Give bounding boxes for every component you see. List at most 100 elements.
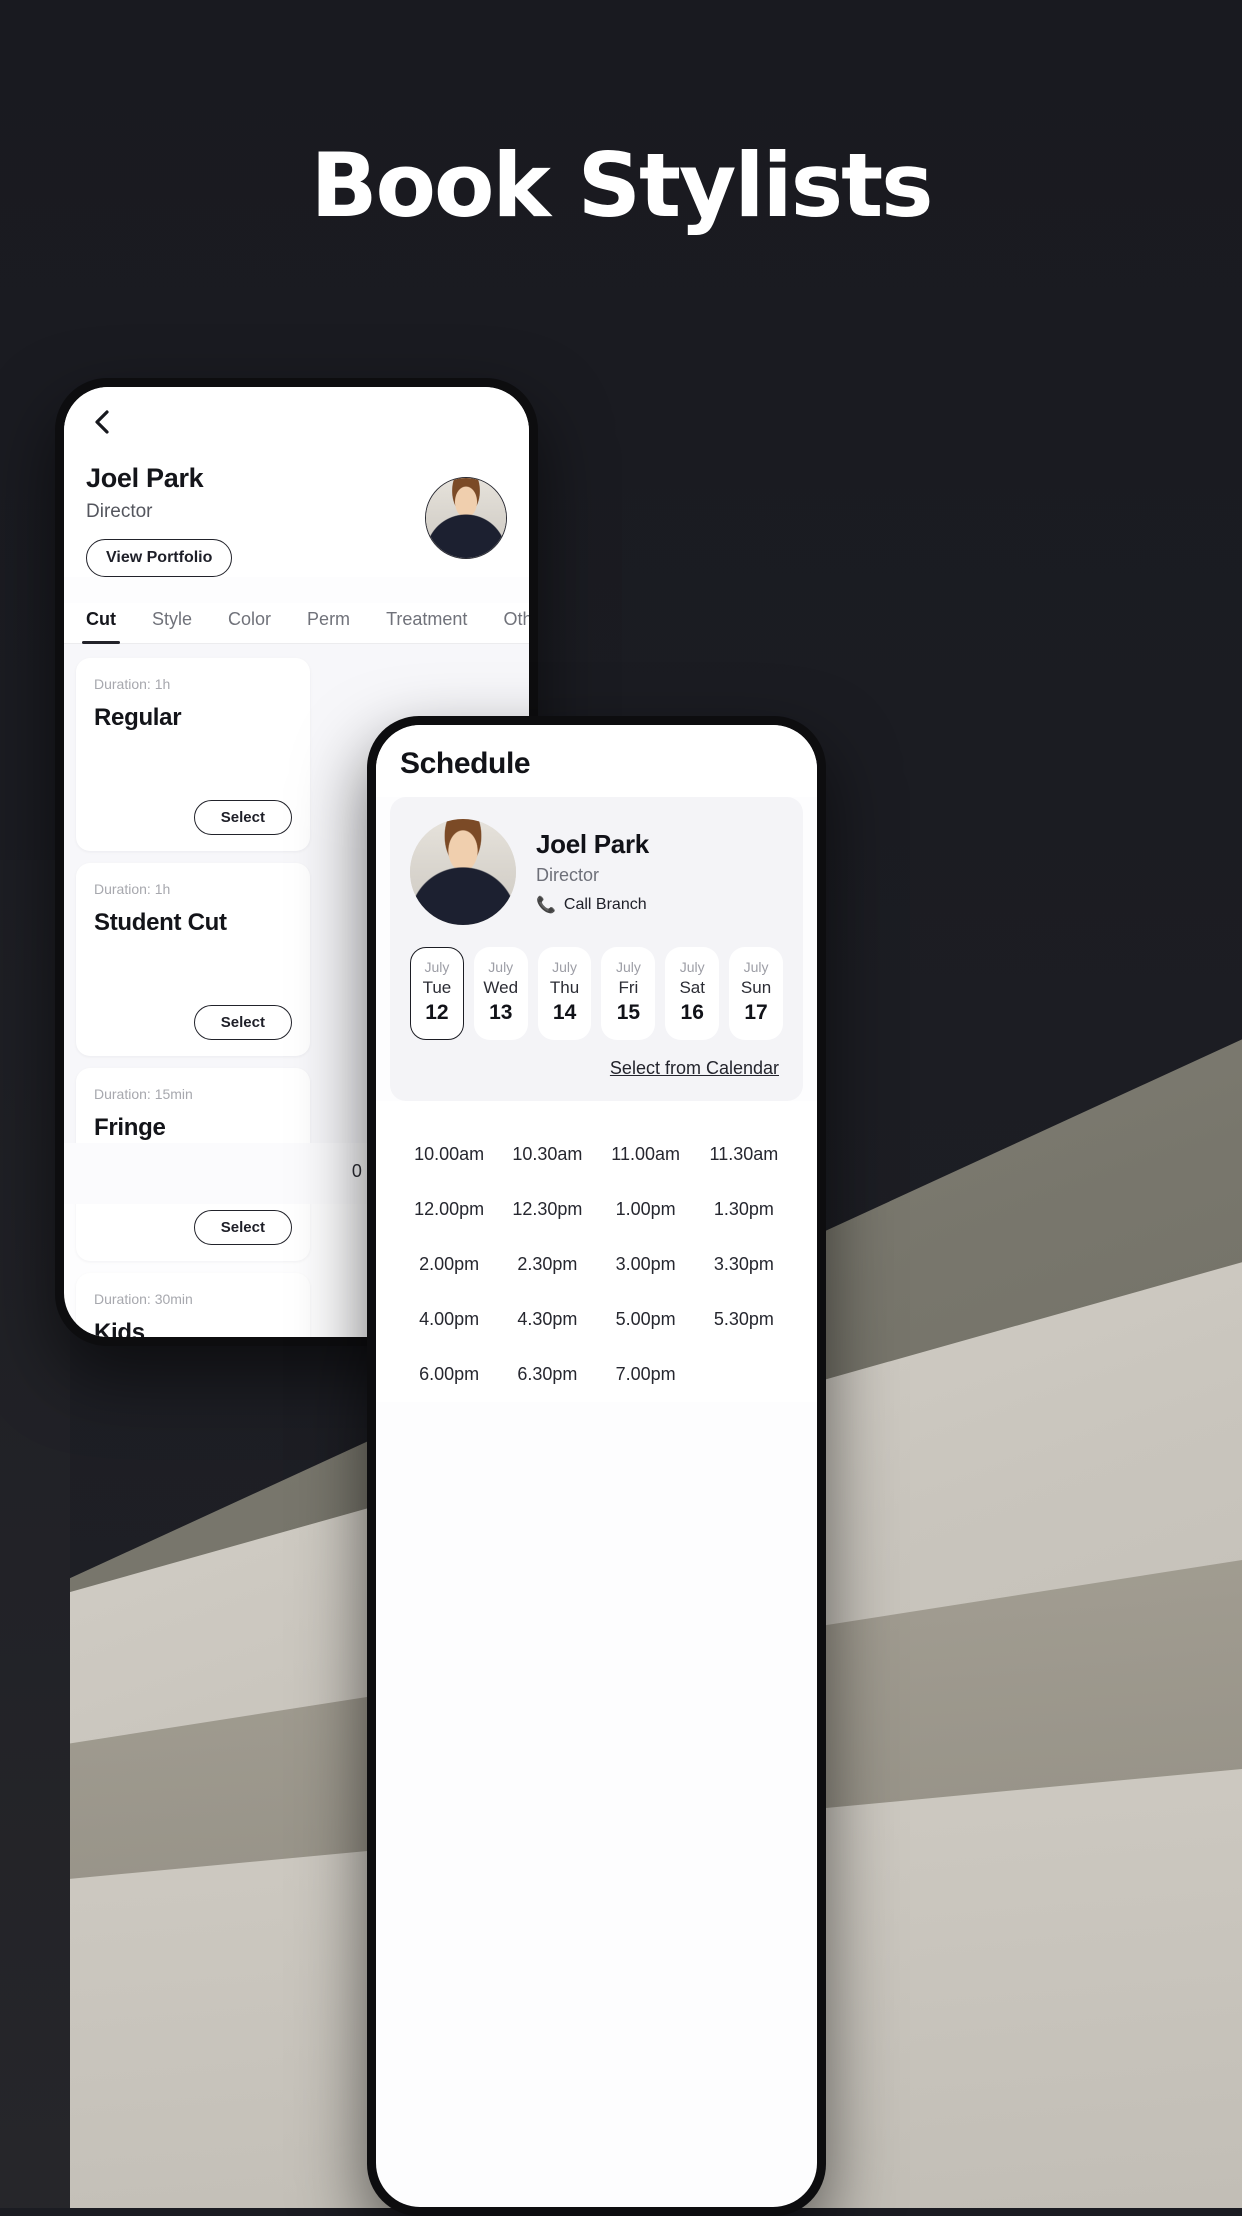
service-name: Student Cut (94, 909, 227, 936)
date-number: 17 (744, 1001, 768, 1025)
time-slot[interactable]: 5.30pm (695, 1292, 793, 1347)
chevron-left-icon[interactable] (86, 405, 120, 439)
time-slot[interactable]: 10.30am (498, 1127, 596, 1182)
date-number: 15 (616, 1001, 641, 1025)
date-chip[interactable]: July Tue 12 (410, 947, 464, 1040)
time-slot[interactable]: 1.30pm (695, 1182, 793, 1237)
phone-icon: 📞 (536, 897, 556, 914)
time-slot[interactable]: 5.00pm (597, 1292, 695, 1347)
date-weekday: Thu (549, 977, 580, 997)
call-branch-label: Call Branch (563, 896, 647, 913)
tab-perm[interactable]: Perm (307, 603, 350, 643)
calendar-link-row: Select from Calendar (410, 1040, 783, 1081)
time-slot[interactable]: 3.00pm (597, 1237, 695, 1292)
tab-cut[interactable]: Cut (82, 603, 120, 644)
time-slot-row: 10.00am 10.30am 11.00am 11.30am (400, 1127, 793, 1182)
date-month: July (679, 959, 705, 975)
service-name: Fringe (94, 1114, 166, 1141)
time-slot[interactable]: 3.30pm (695, 1237, 793, 1292)
service-card-footer: Select (94, 1005, 292, 1040)
phone-mockup-schedule: Schedule Joel Park Director 📞 Call Branc… (367, 716, 826, 2216)
select-from-calendar-link[interactable]: Select from Calendar (610, 1058, 779, 1078)
stylist-avatar (425, 477, 507, 559)
date-month: July (552, 959, 578, 975)
schedule-title: Schedule (376, 725, 817, 797)
time-slot[interactable]: 4.30pm (498, 1292, 596, 1347)
stylist-info: Joel Park Director View Portfolio (86, 463, 233, 577)
date-weekday: Sun (740, 977, 772, 997)
service-card[interactable]: Duration: 1h Student Cut Select (76, 863, 310, 1056)
time-slot[interactable]: 11.30am (695, 1127, 793, 1182)
date-chip[interactable]: July Fri 15 (601, 947, 656, 1040)
avatar-image (426, 478, 506, 558)
date-number: 12 (425, 1001, 449, 1025)
avatar-image (410, 819, 516, 925)
schedule-stylist-info: Joel Park Director 📞 Call Branch (536, 829, 649, 915)
page-title: Book Stylists (310, 134, 933, 237)
date-chip[interactable]: July Wed 13 (473, 947, 528, 1040)
view-portfolio-button[interactable]: View Portfolio (86, 539, 233, 577)
service-card[interactable]: Duration: 1h Regular Select (76, 658, 310, 851)
time-slot[interactable]: 10.00am (400, 1127, 498, 1182)
time-slot-grid: 10.00am 10.30am 11.00am 11.30am 12.00pm … (376, 1100, 817, 1402)
tab-color[interactable]: Color (228, 603, 271, 643)
service-duration: Duration: 1h (94, 676, 171, 692)
date-chip[interactable]: July Sat 16 (665, 947, 720, 1040)
time-slot[interactable]: 2.30pm (498, 1237, 596, 1292)
tab-style[interactable]: Style (152, 603, 192, 643)
date-month: July (424, 959, 450, 975)
time-slot-row: 6.00pm 6.30pm 7.00pm (400, 1347, 793, 1402)
time-slot[interactable]: 7.00pm (597, 1347, 695, 1402)
screen-schedule: Schedule Joel Park Director 📞 Call Branc… (376, 725, 817, 2207)
service-card-footer: Select (94, 1210, 292, 1245)
service-card-footer: Select (94, 800, 292, 835)
date-chip[interactable]: July Thu 14 (537, 947, 592, 1040)
service-duration: Duration: 15min (94, 1086, 193, 1102)
date-weekday: Tue (422, 977, 452, 997)
date-month: July (615, 959, 641, 975)
date-month: July (488, 959, 514, 975)
time-slot[interactable]: 12.00pm (400, 1182, 498, 1237)
service-card[interactable]: Duration: 30min Kids Under 12 Select (76, 1273, 310, 1337)
stylist-name: Joel Park (536, 829, 649, 859)
service-name: Kids (94, 1319, 145, 1337)
select-button[interactable]: Select (193, 800, 292, 835)
schedule-header-card: Joel Park Director 📞 Call Branch July Tu… (390, 797, 803, 1101)
time-slot[interactable]: 4.00pm (400, 1292, 498, 1347)
tab-others[interactable]: Others (503, 603, 529, 643)
time-slot-row: 2.00pm 2.30pm 3.00pm 3.30pm (400, 1237, 793, 1292)
service-category-tabs: Cut Style Color Perm Treatment Others (64, 603, 529, 644)
time-slot[interactable]: 1.00pm (597, 1182, 695, 1237)
time-slot[interactable]: 6.00pm (400, 1347, 498, 1402)
tab-treatment[interactable]: Treatment (386, 603, 467, 643)
time-slot[interactable]: 11.00am (597, 1127, 695, 1182)
time-slot[interactable]: 6.30pm (498, 1347, 596, 1402)
schedule-stylist-row: Joel Park Director 📞 Call Branch (410, 819, 783, 925)
call-branch-button[interactable]: 📞 Call Branch (536, 895, 649, 915)
select-button[interactable]: Select (193, 1210, 292, 1245)
date-number: 13 (489, 1001, 513, 1025)
service-name: Regular (94, 704, 182, 731)
date-weekday: Fri (618, 977, 639, 997)
service-duration: Duration: 1h (94, 881, 171, 897)
date-chip[interactable]: July Sun 17 (729, 947, 783, 1040)
date-selector: July Tue 12 July Wed 13 July Thu 14 July… (410, 947, 783, 1040)
stylist-role: Director (536, 865, 600, 885)
stylist-avatar-large (410, 819, 516, 925)
stylist-role: Director (86, 501, 153, 522)
service-duration: Duration: 30min (94, 1291, 193, 1307)
time-slot-row: 12.00pm 12.30pm 1.00pm 1.30pm (400, 1182, 793, 1237)
time-slot[interactable]: 2.00pm (400, 1237, 498, 1292)
date-weekday: Sat (679, 977, 705, 997)
time-slot-row: 4.00pm 4.30pm 5.00pm 5.30pm (400, 1292, 793, 1347)
select-button[interactable]: Select (193, 1005, 292, 1040)
date-weekday: Wed (483, 977, 519, 997)
stylist-profile-header: Joel Park Director View Portfolio (64, 439, 529, 577)
time-slot-empty (695, 1347, 793, 1402)
stylist-name: Joel Park (86, 463, 204, 493)
services-topbar (64, 387, 529, 439)
date-month: July (743, 959, 769, 975)
date-number: 14 (552, 1001, 577, 1025)
time-slot[interactable]: 12.30pm (498, 1182, 596, 1237)
date-number: 16 (680, 1001, 704, 1025)
